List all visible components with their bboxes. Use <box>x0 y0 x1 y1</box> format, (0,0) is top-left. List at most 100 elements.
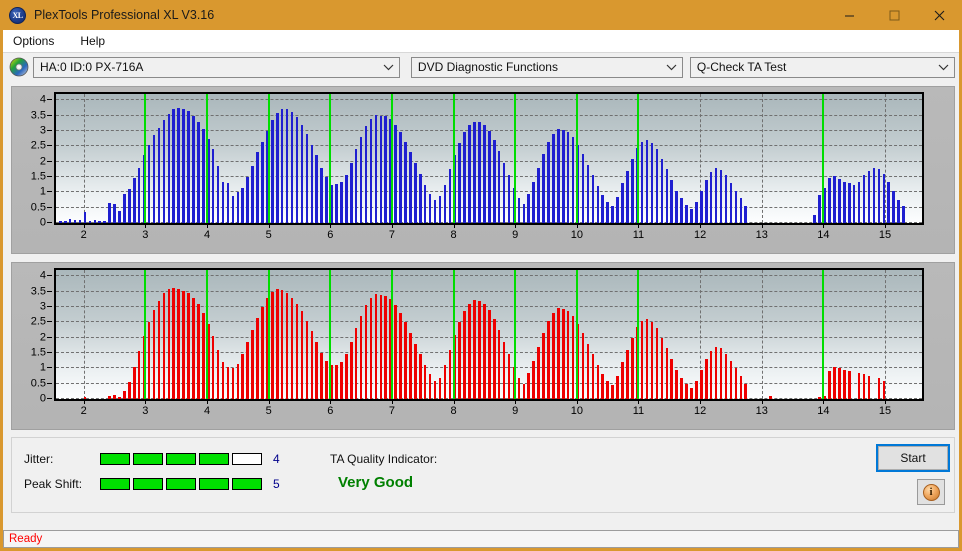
chart-marker-line <box>514 270 517 399</box>
chart-marker-line <box>822 94 825 223</box>
chart-bar <box>349 342 353 399</box>
peak-shift-chart-x-axis: 2 3 4 5 6 7 8 9 10 11 12 13 14 15 <box>54 399 928 425</box>
drive-select[interactable]: HA:0 ID:0 PX-716A <box>33 56 400 78</box>
chart-bar <box>359 137 363 223</box>
chart-bar <box>364 126 368 223</box>
x-axis-label: 6 <box>327 405 334 417</box>
x-axis-label: 4 <box>203 405 211 417</box>
meter-cell <box>166 478 196 490</box>
chart-bar <box>527 193 531 223</box>
x-axis-tick <box>885 399 887 404</box>
chart-bar <box>438 377 442 399</box>
x-axis-tick <box>145 223 147 228</box>
x-axis-tick <box>391 399 393 404</box>
peak-shift-chart-plot <box>54 268 924 401</box>
chart-bar <box>902 206 905 223</box>
minimize-icon[interactable] <box>827 0 872 30</box>
x-axis-label: 5 <box>265 229 272 241</box>
chart-bar <box>478 122 481 223</box>
chart-bar <box>847 370 851 399</box>
chart-bar <box>838 368 841 399</box>
chart-bar <box>670 180 674 223</box>
function-select-value: DVD Diagnostic Functions <box>417 60 558 74</box>
menu-item-options[interactable]: Options <box>11 32 64 50</box>
chart-bar <box>847 183 851 223</box>
peak-shift-chart-plot-wrap <box>54 268 924 401</box>
chart-bar <box>695 201 698 223</box>
chart-bar <box>275 113 279 223</box>
chart-bar <box>349 163 353 223</box>
chart-bar <box>271 120 274 223</box>
jitter-meter <box>100 453 265 465</box>
y-axis-label: 2.5 <box>30 315 46 328</box>
jitter-chart-x-axis: 2 3 4 5 6 7 8 9 10 11 12 13 14 15 <box>54 223 928 249</box>
chart-bar <box>280 289 284 399</box>
chart-bar <box>177 289 180 399</box>
chart-bar <box>843 369 846 399</box>
chart-bar <box>202 313 205 399</box>
chart-bar <box>418 173 422 223</box>
jitter-label: Jitter: <box>24 452 54 466</box>
chart-bar <box>221 181 225 223</box>
chart-bar <box>581 153 585 223</box>
chart-bar <box>404 141 407 223</box>
chart-bar <box>645 319 649 399</box>
y-axis-label: 0.5 <box>30 201 46 214</box>
chart-bar <box>882 173 886 223</box>
chart-bar <box>700 369 703 399</box>
chart-bar <box>438 195 442 223</box>
x-axis-label: 15 <box>878 405 892 417</box>
chart-bar <box>379 115 383 223</box>
peak-shift-value: 5 <box>273 477 280 491</box>
chart-bar <box>414 163 417 223</box>
start-button[interactable]: Start <box>876 444 950 472</box>
chart-bar <box>359 316 363 399</box>
chart-bar <box>384 116 388 223</box>
maximize-icon[interactable] <box>872 0 917 30</box>
chart-bar <box>409 152 412 223</box>
close-icon[interactable] <box>917 0 962 30</box>
chart-bar <box>744 206 747 223</box>
function-select[interactable]: DVD Diagnostic Functions <box>410 56 683 78</box>
chart-bar <box>867 170 871 223</box>
chart-bar <box>552 313 555 399</box>
y-axis-tick <box>47 129 52 131</box>
chart-bar <box>152 135 156 223</box>
chart-bar <box>300 124 304 223</box>
info-button[interactable]: i <box>917 479 945 505</box>
test-select[interactable]: Q-Check TA Test <box>689 56 955 78</box>
x-axis-label: 12 <box>693 405 707 417</box>
x-axis-label: 15 <box>878 229 892 241</box>
meter-cell <box>166 453 196 465</box>
chart-bar <box>177 107 180 223</box>
y-axis-tick <box>47 175 52 177</box>
chart-bar <box>236 191 240 223</box>
chart-bar <box>670 359 674 399</box>
chart-bar <box>340 181 343 223</box>
chart-bar <box>108 203 111 223</box>
chart-bar <box>216 166 220 223</box>
chart-bar <box>458 322 461 399</box>
y-axis-label: 3 <box>39 300 46 313</box>
chart-bar <box>892 190 895 223</box>
chart-bar <box>729 360 733 399</box>
x-axis-tick <box>761 223 763 228</box>
chart-bar <box>108 395 111 399</box>
chart-bar <box>739 198 743 223</box>
chart-bar <box>571 137 575 223</box>
chart-bar <box>611 206 614 223</box>
jitter-chart-y-axis: 0 0.5 1 1.5 2 2.5 3 3.5 4 <box>12 92 52 228</box>
chart-marker-line <box>514 94 517 223</box>
y-axis-label: 2.5 <box>30 139 46 152</box>
x-axis-label: 11 <box>632 405 645 417</box>
chart-bar <box>714 168 718 223</box>
chart-bar <box>285 109 289 223</box>
chart-bar <box>724 175 728 223</box>
chart-bar <box>655 149 659 223</box>
x-axis-label: 6 <box>327 229 334 241</box>
chart-bar <box>473 121 476 223</box>
chart-bar <box>606 201 609 223</box>
menu-item-help[interactable]: Help <box>78 32 115 50</box>
chart-bar <box>744 383 747 399</box>
chart-bar <box>423 365 427 399</box>
